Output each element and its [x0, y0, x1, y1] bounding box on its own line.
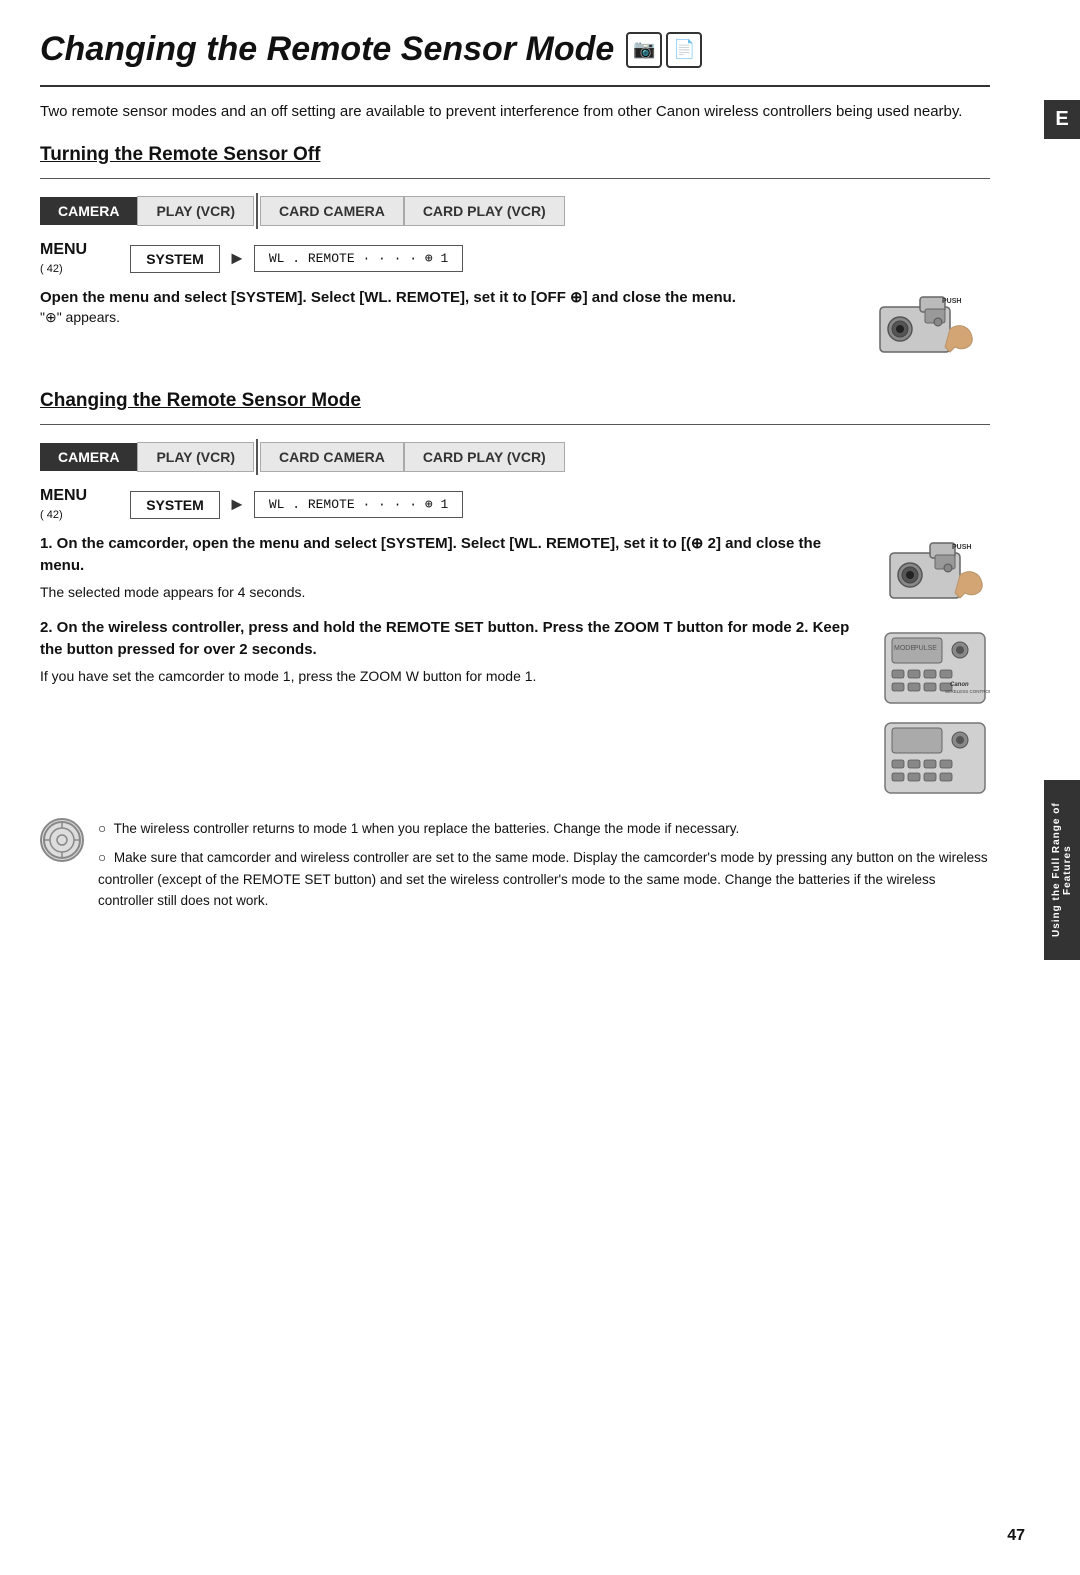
tab-card-play-1[interactable]: CARD PLAY (VCR)	[404, 196, 565, 226]
section1-appears: "⊕" appears.	[40, 309, 854, 326]
tab-play-vcr-2[interactable]: PLAY (VCR)	[137, 442, 254, 472]
section1-content: Open the menu and select [SYSTEM]. Selec…	[40, 287, 990, 376]
menu-label-1: MENU ( 42)	[40, 241, 120, 277]
remote-illustration: Canon WIRELESS CONTROLLER WL-D70 MODE PU…	[880, 628, 990, 708]
tab-camera-1[interactable]: CAMERA	[40, 197, 137, 225]
tab-card-play-2[interactable]: CARD PLAY (VCR)	[404, 442, 565, 472]
svg-text:PULSE: PULSE	[914, 645, 937, 652]
menu-sub-2: ( 42)	[40, 509, 63, 521]
svg-text:PUSH: PUSH	[942, 298, 961, 305]
page-title: Changing the Remote Sensor Mode 📷 📄	[40, 30, 990, 69]
step-2: 2. On the wireless controller, press and…	[40, 617, 864, 687]
notes-icon	[40, 818, 84, 862]
wl-box-2: WL . REMOTE · · · · ⊕ 1	[254, 491, 463, 518]
mode-tabs-1: CAMERA PLAY (VCR) CARD CAMERA CARD PLAY …	[40, 193, 990, 229]
mode-tabs-2: CAMERA PLAY (VCR) CARD CAMERA CARD PLAY …	[40, 439, 990, 475]
section2-images: PUSH	[880, 533, 990, 798]
menu-arrow-2: ►	[228, 494, 246, 515]
icon-card: 📷	[626, 32, 662, 68]
notes-section: ○ The wireless controller returns to mod…	[40, 818, 990, 920]
step1-subtext: The selected mode appears for 4 seconds.	[40, 582, 864, 603]
note-2: ○ Make sure that camcorder and wireless …	[98, 847, 990, 912]
page-number: 47	[1007, 1527, 1025, 1545]
step1-text: 1. On the camcorder, open the menu and s…	[40, 533, 864, 578]
svg-text:MODE: MODE	[894, 645, 915, 652]
title-icons: 📷 📄	[626, 32, 702, 68]
icon-disc: 📄	[666, 32, 702, 68]
svg-text:WIRELESS CONTROLLER WL-D70: WIRELESS CONTROLLER WL-D70	[945, 689, 990, 694]
section1-instruction: Open the menu and select [SYSTEM]. Selec…	[40, 287, 854, 310]
section2-content: 1. On the camcorder, open the menu and s…	[40, 533, 990, 798]
tab-sep-1	[256, 193, 258, 229]
note-1: ○ The wireless controller returns to mod…	[98, 818, 990, 840]
tab-e: E	[1044, 100, 1080, 139]
tab-sep-2	[256, 439, 258, 475]
system-box-1: SYSTEM	[130, 245, 220, 273]
step2-subtext: If you have set the camcorder to mode 1,…	[40, 666, 864, 687]
section2-heading: Changing the Remote Sensor Mode	[40, 390, 990, 412]
section1-text: Open the menu and select [SYSTEM]. Selec…	[40, 287, 854, 333]
wl-box-1: WL . REMOTE · · · · ⊕ 1	[254, 245, 463, 272]
menu-label-2: MENU ( 42)	[40, 487, 120, 523]
menu-row-2: MENU ( 42) SYSTEM ► WL . REMOTE · · · · …	[40, 487, 990, 523]
tab-camera-2[interactable]: CAMERA	[40, 443, 137, 471]
section1-image: PUSH	[870, 287, 990, 376]
side-label: Using the Full Range of Features	[1044, 780, 1080, 960]
system-box-2: SYSTEM	[130, 491, 220, 519]
svg-text:Canon: Canon	[950, 682, 969, 688]
notes-content: ○ The wireless controller returns to mod…	[98, 818, 990, 920]
tab-play-vcr-1[interactable]: PLAY (VCR)	[137, 196, 254, 226]
tab-card-camera-1[interactable]: CARD CAMERA	[260, 196, 404, 226]
menu-row-1: MENU ( 42) SYSTEM ► WL . REMOTE · · · · …	[40, 241, 990, 277]
svg-text:PUSH: PUSH	[952, 544, 971, 551]
step-1: 1. On the camcorder, open the menu and s…	[40, 533, 864, 603]
menu-sub-1: ( 42)	[40, 263, 63, 275]
section2-divider	[40, 424, 990, 425]
camcorder-illustration-1: PUSH	[870, 287, 980, 372]
step2-text: 2. On the wireless controller, press and…	[40, 617, 864, 662]
intro-text: Two remote sensor modes and an off setti…	[40, 101, 990, 124]
section2-steps: 1. On the camcorder, open the menu and s…	[40, 533, 864, 701]
camcorder-illustration-2: PUSH	[880, 533, 990, 618]
tab-card-camera-2[interactable]: CARD CAMERA	[260, 442, 404, 472]
menu-arrow-1: ►	[228, 248, 246, 269]
title-divider	[40, 85, 990, 87]
device-illustration-2	[880, 718, 990, 798]
section1-heading: Turning the Remote Sensor Off	[40, 144, 990, 166]
section1-divider	[40, 178, 990, 179]
